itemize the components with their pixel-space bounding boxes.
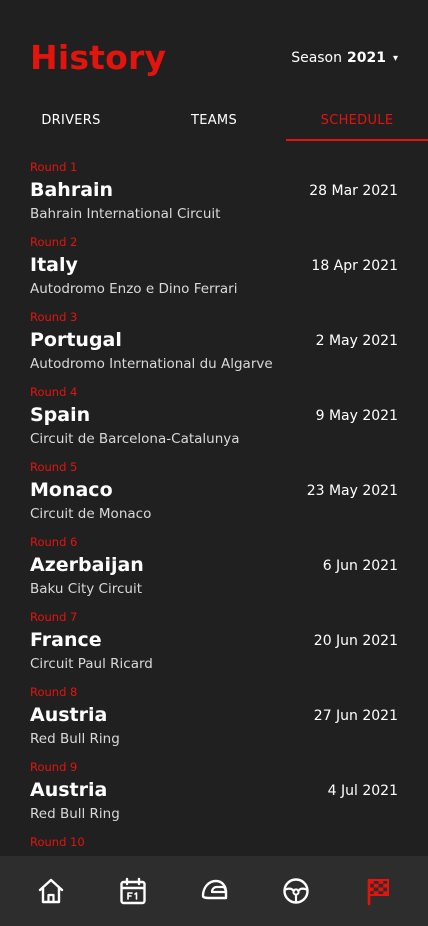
race-round: Round 9 xyxy=(30,760,78,774)
tab-schedule[interactable]: SCHEDULE xyxy=(286,100,428,141)
tab-drivers[interactable]: DRIVERS xyxy=(0,100,142,141)
race-round: Round 6 xyxy=(30,535,78,549)
race-name: Portugal xyxy=(30,329,122,351)
list-item[interactable]: Round 4 Spain 9 May 2021 Circuit de Barc… xyxy=(0,383,428,458)
race-date: 2 May 2021 xyxy=(315,333,398,349)
race-name: Azerbaijan xyxy=(30,554,144,576)
list-item[interactable]: Round 5 Monaco 23 May 2021 Circuit de Mo… xyxy=(0,458,428,533)
race-circuit: Bahrain International Circuit xyxy=(30,206,221,222)
list-item[interactable]: Round 2 Italy 18 Apr 2021 Autodromo Enzo… xyxy=(0,233,428,308)
season-selector[interactable]: Season 2021 ▾ xyxy=(291,50,398,66)
bottom-navigation xyxy=(0,856,428,926)
nav-calendar[interactable] xyxy=(92,856,174,926)
race-circuit: Red Bull Ring xyxy=(30,731,120,747)
home-icon xyxy=(38,878,64,904)
race-round: Round 7 xyxy=(30,610,78,624)
steering-wheel-icon xyxy=(283,878,309,904)
race-circuit: Autodromo Enzo e Dino Ferrari xyxy=(30,281,238,297)
race-circuit: Circuit de Monaco xyxy=(30,506,152,522)
tab-teams[interactable]: TEAMS xyxy=(143,100,285,141)
header: History Season 2021 ▾ xyxy=(0,0,428,100)
nav-teams[interactable] xyxy=(173,856,255,926)
race-name: Bahrain xyxy=(30,179,114,201)
list-item[interactable]: Round 10 xyxy=(0,833,428,856)
race-name: France xyxy=(30,629,102,651)
chevron-down-icon: ▾ xyxy=(392,52,398,64)
race-round: Round 5 xyxy=(30,460,78,474)
race-round: Round 1 xyxy=(30,160,78,174)
race-round: Round 10 xyxy=(30,835,85,849)
race-date: 27 Jun 2021 xyxy=(313,708,398,724)
active-tab-indicator xyxy=(286,139,428,141)
history-screen: History Season 2021 ▾ DRIVERS TEAMS SCHE… xyxy=(0,0,428,926)
race-date: 23 May 2021 xyxy=(306,483,398,499)
nav-home[interactable] xyxy=(10,856,92,926)
list-item[interactable]: Round 8 Austria 27 Jun 2021 Red Bull Rin… xyxy=(0,683,428,758)
list-item[interactable]: Round 3 Portugal 2 May 2021 Autodromo In… xyxy=(0,308,428,383)
race-circuit: Circuit Paul Ricard xyxy=(30,656,153,672)
race-date: 4 Jul 2021 xyxy=(327,783,398,799)
schedule-list[interactable]: Round 1 Bahrain 28 Mar 2021 Bahrain Inte… xyxy=(0,158,428,856)
page-title: History xyxy=(30,38,167,77)
race-date: 28 Mar 2021 xyxy=(309,183,398,199)
race-round: Round 4 xyxy=(30,385,78,399)
race-name: Monaco xyxy=(30,479,113,501)
race-circuit: Red Bull Ring xyxy=(30,806,120,822)
season-value: 2021 xyxy=(347,50,386,66)
race-name: Austria xyxy=(30,779,108,801)
list-item[interactable]: Round 7 France 20 Jun 2021 Circuit Paul … xyxy=(0,608,428,683)
season-label: Season xyxy=(291,50,342,66)
list-item[interactable]: Round 1 Bahrain 28 Mar 2021 Bahrain Inte… xyxy=(0,158,428,233)
nav-drivers[interactable] xyxy=(255,856,337,926)
race-round: Round 2 xyxy=(30,235,78,249)
race-round: Round 8 xyxy=(30,685,78,699)
list-item[interactable]: Round 9 Austria 4 Jul 2021 Red Bull Ring xyxy=(0,758,428,833)
list-item[interactable]: Round 6 Azerbaijan 6 Jun 2021 Baku City … xyxy=(0,533,428,608)
race-name: Spain xyxy=(30,404,91,426)
helmet-icon xyxy=(201,879,228,900)
race-date: 18 Apr 2021 xyxy=(311,258,398,274)
nav-history[interactable] xyxy=(337,856,419,926)
race-name: Austria xyxy=(30,704,108,726)
race-round: Round 3 xyxy=(30,310,78,324)
race-circuit: Baku City Circuit xyxy=(30,581,142,597)
tab-bar: DRIVERS TEAMS SCHEDULE xyxy=(0,100,428,141)
race-circuit: Autodromo International du Algarve xyxy=(30,356,273,372)
race-name: Italy xyxy=(30,254,78,276)
race-circuit: Circuit de Barcelona-Catalunya xyxy=(30,431,240,447)
race-date: 20 Jun 2021 xyxy=(313,633,398,649)
checkered-flag-icon xyxy=(367,878,389,906)
race-date: 9 May 2021 xyxy=(315,408,398,424)
calendar-icon xyxy=(120,877,146,905)
race-date: 6 Jun 2021 xyxy=(322,558,398,574)
